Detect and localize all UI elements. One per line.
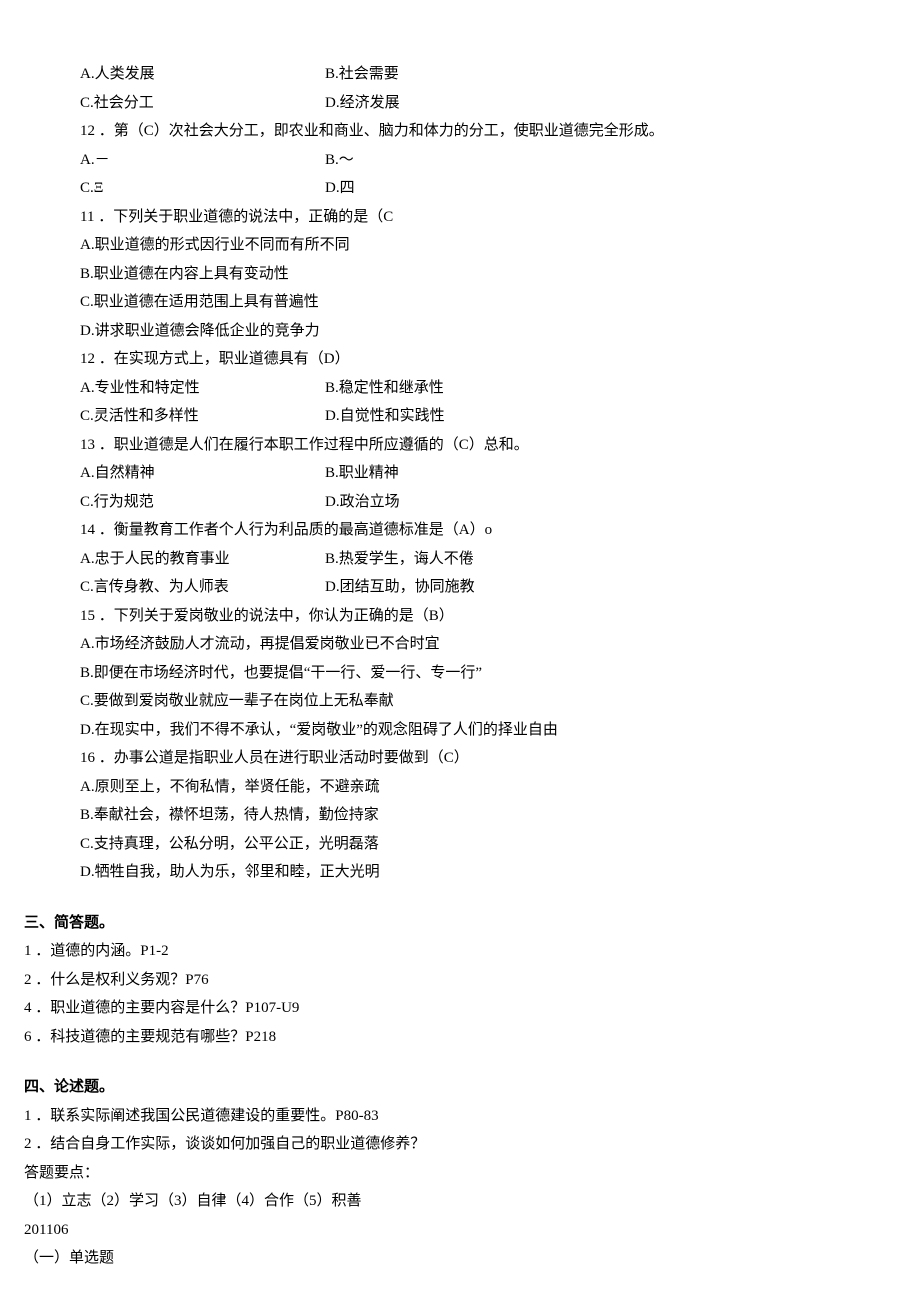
option-row: A.人类发展 B.社会需要 — [20, 60, 900, 89]
option-d: D.团结互助，协同施教 — [325, 573, 900, 602]
option-c: C.灵活性和多样性 — [80, 402, 325, 431]
question-stem: 11 ．下列关于职业道德的说法中，正确的是（C — [20, 203, 900, 232]
section-3-title: 三、简答题。 — [20, 909, 900, 938]
option-row: A.专业性和特定性 B.稳定性和继承性 — [20, 374, 900, 403]
option-a: A.自然精神 — [80, 459, 325, 488]
option-a: A.职业道德的形式因行业不同而有所不同 — [20, 231, 900, 260]
option-c: C.行为规范 — [80, 488, 325, 517]
option-c: C.言传身教、为人师表 — [80, 573, 325, 602]
option-b: B.奉献社会，襟怀坦荡，待人热情，勤俭持家 — [20, 801, 900, 830]
short-answer-item: 6 ．科技道德的主要规范有哪些？P218 — [20, 1023, 900, 1052]
option-b: B.～ — [325, 146, 900, 175]
essay-item: 2 ．结合自身工作实际，谈谈如何加强自己的职业道德修养？ — [20, 1130, 900, 1159]
option-c: C.要做到爱岗敬业就应一辈子在岗位上无私奉献 — [20, 687, 900, 716]
short-answer-item: 4 ．职业道德的主要内容是什么？P107-U9 — [20, 994, 900, 1023]
option-d: D.在现实中，我们不得不承认，“爱岗敬业”的观念阻碍了人们的择业自由 — [20, 716, 900, 745]
answer-label: 答题要点： — [20, 1159, 900, 1188]
option-row: A.－ B.～ — [20, 146, 900, 175]
option-c: C.Ξ — [80, 174, 325, 203]
option-row: C.社会分工 D.经济发展 — [20, 89, 900, 118]
option-row: C.Ξ D.四 — [20, 174, 900, 203]
option-a: A.忠于人民的教育事业 — [80, 545, 325, 574]
essay-item: 1 ．联系实际阐述我国公民道德建设的重要性。P80-83 — [20, 1102, 900, 1131]
option-d: D.经济发展 — [325, 89, 900, 118]
option-c: C.职业道德在适用范围上具有普遍性 — [20, 288, 900, 317]
option-d: D.政治立场 — [325, 488, 900, 517]
option-row: C.行为规范 D.政治立场 — [20, 488, 900, 517]
question-stem: 16 ．办事公道是指职业人员在进行职业活动时要做到（C） — [20, 744, 900, 773]
option-c: C.支持真理，公私分明，公平公正，光明磊落 — [20, 830, 900, 859]
question-stem: 14 ．衡量教育工作者个人行为利品质的最高道德标准是（A）o — [20, 516, 900, 545]
question-stem: 15 ．下列关于爱岗敬业的说法中，你认为正确的是（B） — [20, 602, 900, 631]
option-c: C.社会分工 — [80, 89, 325, 118]
option-a: A.人类发展 — [80, 60, 325, 89]
code-line: 201106 — [20, 1216, 900, 1245]
option-a: A.专业性和特定性 — [80, 374, 325, 403]
subheading: （一）单选题 — [20, 1244, 900, 1273]
option-d: D.牺牲自我，助人为乐，邻里和睦，正大光明 — [20, 858, 900, 887]
option-row: A.自然精神 B.职业精神 — [20, 459, 900, 488]
option-b: B.职业精神 — [325, 459, 900, 488]
option-row: C.言传身教、为人师表 D.团结互助，协同施教 — [20, 573, 900, 602]
option-b: B.职业道德在内容上具有变动性 — [20, 260, 900, 289]
option-b: B.稳定性和继承性 — [325, 374, 900, 403]
option-a: A.市场经济鼓励人才流动，再提倡爱岗敬业已不合时宜 — [20, 630, 900, 659]
option-b: B.热爱学生，诲人不倦 — [325, 545, 900, 574]
section-4-title: 四、论述题。 — [20, 1073, 900, 1102]
option-d: D.讲求职业道德会降低企业的竞争力 — [20, 317, 900, 346]
option-a: A.原则至上，不徇私情，举贤任能，不避亲疏 — [20, 773, 900, 802]
option-a: A.－ — [80, 146, 325, 175]
question-stem: 12 ．第（C）次社会大分工，即农业和商业、脑力和体力的分工，使职业道德完全形成… — [20, 117, 900, 146]
short-answer-item: 2 ．什么是权利义务观？P76 — [20, 966, 900, 995]
question-stem: 12 ．在实现方式上，职业道德具有（D） — [20, 345, 900, 374]
short-answer-item: 1 ．道德的内涵。P1-2 — [20, 937, 900, 966]
answer-points: （1）立志（2）学习（3）自律（4）合作（5）积善 — [20, 1187, 900, 1216]
option-row: A.忠于人民的教育事业 B.热爱学生，诲人不倦 — [20, 545, 900, 574]
option-d: D.四 — [325, 174, 900, 203]
option-b: B.即便在市场经济时代，也要提倡“干一行、爱一行、专一行” — [20, 659, 900, 688]
option-b: B.社会需要 — [325, 60, 900, 89]
question-stem: 13 ．职业道德是人们在履行本职工作过程中所应遵循的（C）总和。 — [20, 431, 900, 460]
option-row: C.灵活性和多样性 D.自觉性和实践性 — [20, 402, 900, 431]
option-d: D.自觉性和实践性 — [325, 402, 900, 431]
